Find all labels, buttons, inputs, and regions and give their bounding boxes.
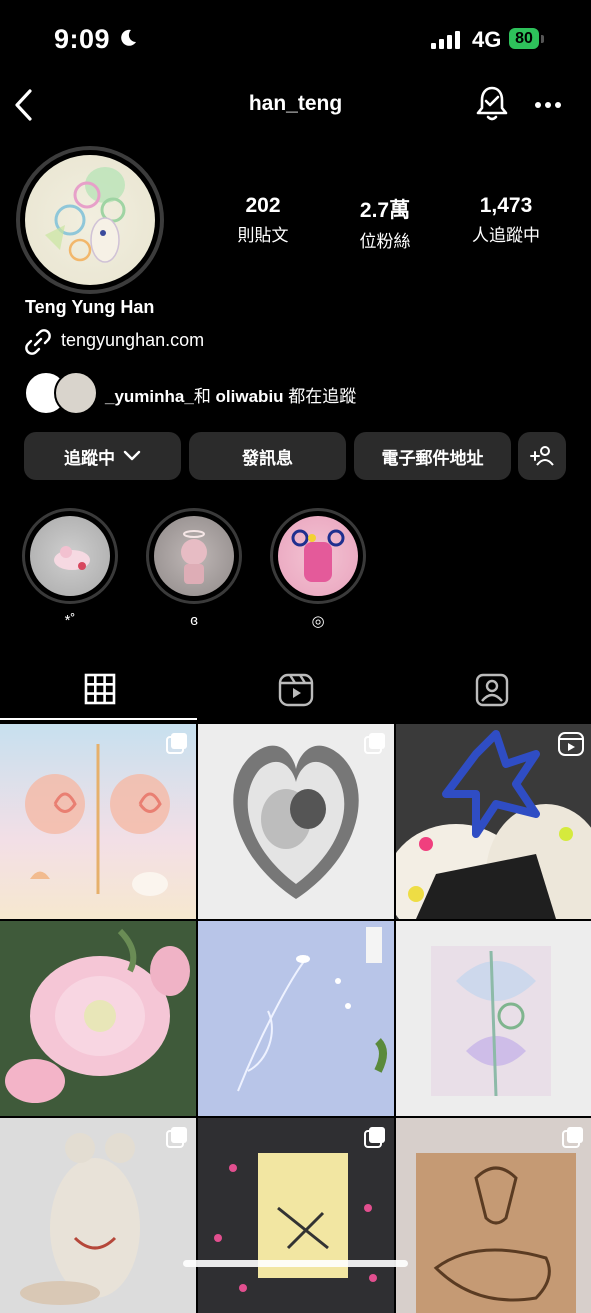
tagged-tab-icon[interactable] (475, 673, 509, 707)
post-art (5, 928, 190, 1103)
post-thumbnail[interactable] (0, 1118, 196, 1313)
post-thumbnail[interactable] (198, 724, 394, 919)
moon-icon (121, 29, 136, 46)
highlight-art (181, 530, 207, 584)
mutual-user-2: oliwabiu (215, 387, 284, 406)
profile-avatar[interactable] (25, 155, 155, 285)
mutual-conj: 和 (193, 387, 211, 406)
stat-posts-label: 則貼文 (237, 226, 289, 245)
active-tab-indicator (0, 718, 197, 720)
message-button[interactable]: 發訊息 (189, 432, 346, 480)
highlight-art (54, 546, 90, 570)
highlight-label: *˚ (64, 612, 76, 629)
post-thumbnail[interactable] (396, 921, 591, 1116)
battery-cap (541, 35, 544, 43)
suggested-people-button[interactable] (518, 432, 566, 480)
following-button[interactable]: 追蹤中 (24, 432, 181, 480)
mutual-suffix: 都在追蹤 (288, 387, 357, 406)
stat-posts[interactable]: 202 則貼文 (193, 194, 333, 246)
grid-tab-icon[interactable] (84, 673, 116, 705)
highlight-art (291, 529, 345, 582)
avatar-artwork (45, 167, 126, 263)
battery-level: 80 (515, 29, 533, 47)
multi-photo-icon (364, 733, 385, 754)
battery-indicator: 80 (509, 28, 539, 49)
stat-followers-count: 2.7萬 (359, 199, 411, 222)
reel-icon (558, 732, 584, 756)
stat-following-label: 人追蹤中 (472, 226, 540, 245)
following-button-label: 追蹤中 (64, 448, 115, 468)
display-name: Teng Yung Han (25, 297, 155, 317)
stat-followers[interactable]: 2.7萬 位粉絲 (315, 194, 455, 252)
status-time: 9:09 (54, 24, 111, 54)
stat-following-count: 1,473 (479, 194, 533, 217)
email-button[interactable]: 電子郵件地址 (354, 432, 511, 480)
highlight-label: ◎ (311, 613, 325, 630)
multi-photo-icon (562, 1127, 583, 1148)
stat-followers-label: 位粉絲 (359, 232, 411, 251)
post-thumbnail[interactable] (396, 1118, 591, 1313)
home-indicator (183, 1260, 408, 1267)
highlight-cover[interactable] (154, 516, 234, 596)
mutual-followers-text[interactable]: _yuminha_和 oliwabiu 都在追蹤 (105, 382, 356, 407)
post-art (237, 927, 387, 1092)
reels-tab-icon[interactable] (278, 673, 314, 707)
post-thumbnail[interactable] (0, 724, 196, 919)
post-thumbnail[interactable] (198, 1118, 394, 1313)
multi-photo-icon (166, 1127, 187, 1148)
add-person-icon (530, 446, 554, 466)
highlight-cover[interactable] (30, 516, 110, 596)
post-thumbnail[interactable] (0, 921, 196, 1116)
stat-posts-count: 202 (245, 194, 281, 217)
more-options-icon[interactable] (534, 101, 562, 109)
link-icon (25, 329, 51, 355)
website-link[interactable]: tengyunghan.com (61, 330, 204, 351)
network-label: 4G (472, 27, 502, 52)
post-art (431, 946, 551, 1097)
chevron-down-icon (123, 450, 141, 461)
multi-photo-icon (166, 733, 187, 754)
signal-icon (431, 31, 460, 49)
multi-photo-icon (364, 1127, 385, 1148)
stat-following[interactable]: 1,473 人追蹤中 (436, 194, 576, 246)
post-thumbnail[interactable] (396, 724, 591, 919)
mutual-follower-avatar[interactable] (54, 371, 98, 415)
notification-bell-icon[interactable] (474, 85, 510, 123)
highlight-cover[interactable] (278, 516, 358, 596)
mutual-user-1: _yuminha_ (105, 387, 194, 406)
highlight-label: ɞ (190, 612, 198, 629)
post-thumbnail[interactable] (198, 921, 394, 1116)
